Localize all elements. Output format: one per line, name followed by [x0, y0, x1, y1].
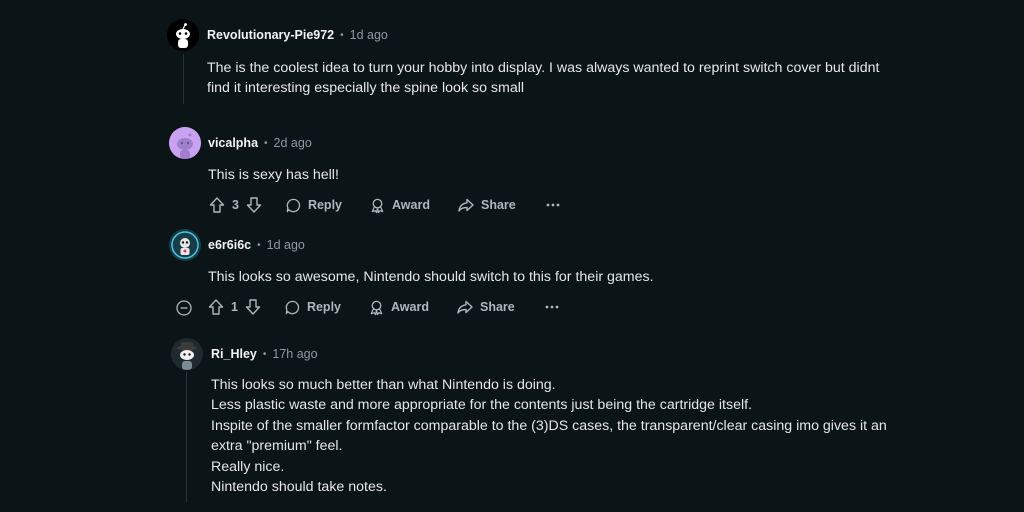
timestamp[interactable]: 1d ago [350, 28, 388, 42]
comment-actions: 3 Reply Award Share [208, 196, 560, 214]
comment-line: Really nice. [211, 458, 285, 475]
avatar[interactable] [169, 127, 201, 159]
username[interactable]: Revolutionary-Pie972 [207, 28, 334, 42]
reply-button[interactable]: Reply [284, 299, 341, 316]
more-options-button[interactable] [545, 304, 559, 310]
comment-actions: 1 Reply Award Share [207, 298, 559, 316]
comment-line: extra "premium" feel. [211, 438, 343, 455]
award-icon [371, 198, 384, 213]
comment-line: Inspite of the smaller formfactor compar… [211, 417, 887, 434]
vote-count: 1 [231, 300, 238, 314]
share-icon [458, 198, 474, 212]
upvote-icon [208, 299, 224, 315]
username[interactable]: vicalpha [208, 136, 258, 150]
more-options-button[interactable] [546, 202, 560, 208]
separator-dot: • [257, 239, 261, 251]
award-button[interactable]: Award [368, 299, 429, 316]
more-icon [546, 203, 560, 207]
separator-dot: • [262, 348, 267, 360]
share-icon [457, 300, 473, 314]
comment-line: Less plastic waste and more appropriate … [211, 397, 752, 414]
upvote-button[interactable] [207, 298, 225, 316]
vote-count: 3 [232, 198, 239, 212]
downvote-icon [246, 197, 262, 213]
username[interactable]: Ri_Hley [211, 347, 257, 361]
award-button[interactable]: Award [369, 197, 430, 214]
share-button[interactable]: Share [456, 298, 515, 316]
comment-line: The is the coolest idea to turn your hob… [207, 60, 880, 76]
timestamp[interactable]: 17h ago [272, 347, 317, 361]
upvote-icon [209, 197, 225, 213]
separator-dot: • [264, 137, 268, 149]
avatar[interactable] [171, 338, 203, 370]
avatar[interactable] [169, 229, 201, 261]
comment-line: Nintendo should take notes. [211, 479, 387, 496]
timestamp[interactable]: 2d ago [274, 136, 312, 150]
comment-line: This looks so much better than what Nint… [211, 377, 556, 393]
comment-line: This looks so awesome, Nintendo should s… [208, 269, 654, 285]
upvote-button[interactable] [208, 196, 226, 214]
award-icon [370, 300, 383, 315]
separator-dot: • [340, 29, 344, 41]
thread-line [183, 54, 184, 104]
collapse-thread-button[interactable] [174, 298, 194, 318]
comment-line: find it interesting especially the spine… [207, 80, 525, 97]
share-button[interactable]: Share [457, 196, 516, 214]
collapse-icon [176, 300, 192, 316]
downvote-button[interactable] [245, 196, 263, 214]
reply-icon [285, 300, 300, 314]
avatar[interactable] [167, 19, 199, 51]
thread-line [186, 372, 187, 502]
comment-line: This is sexy has hell! [208, 167, 339, 183]
comment-body: This looks so awesome, Nintendo should s… [208, 267, 654, 287]
username[interactable]: e6r6i6c [208, 238, 251, 252]
timestamp[interactable]: 1d ago [267, 238, 305, 252]
comment-body: This is sexy has hell! [208, 165, 339, 185]
downvote-button[interactable] [244, 298, 262, 316]
comment-body: This looks so much better than what Nint… [211, 375, 887, 497]
reply-button[interactable]: Reply [285, 197, 342, 214]
more-icon [545, 305, 559, 309]
downvote-icon [245, 299, 261, 315]
comment-body: The is the coolest idea to turn your hob… [207, 58, 879, 99]
reply-icon [286, 198, 301, 212]
